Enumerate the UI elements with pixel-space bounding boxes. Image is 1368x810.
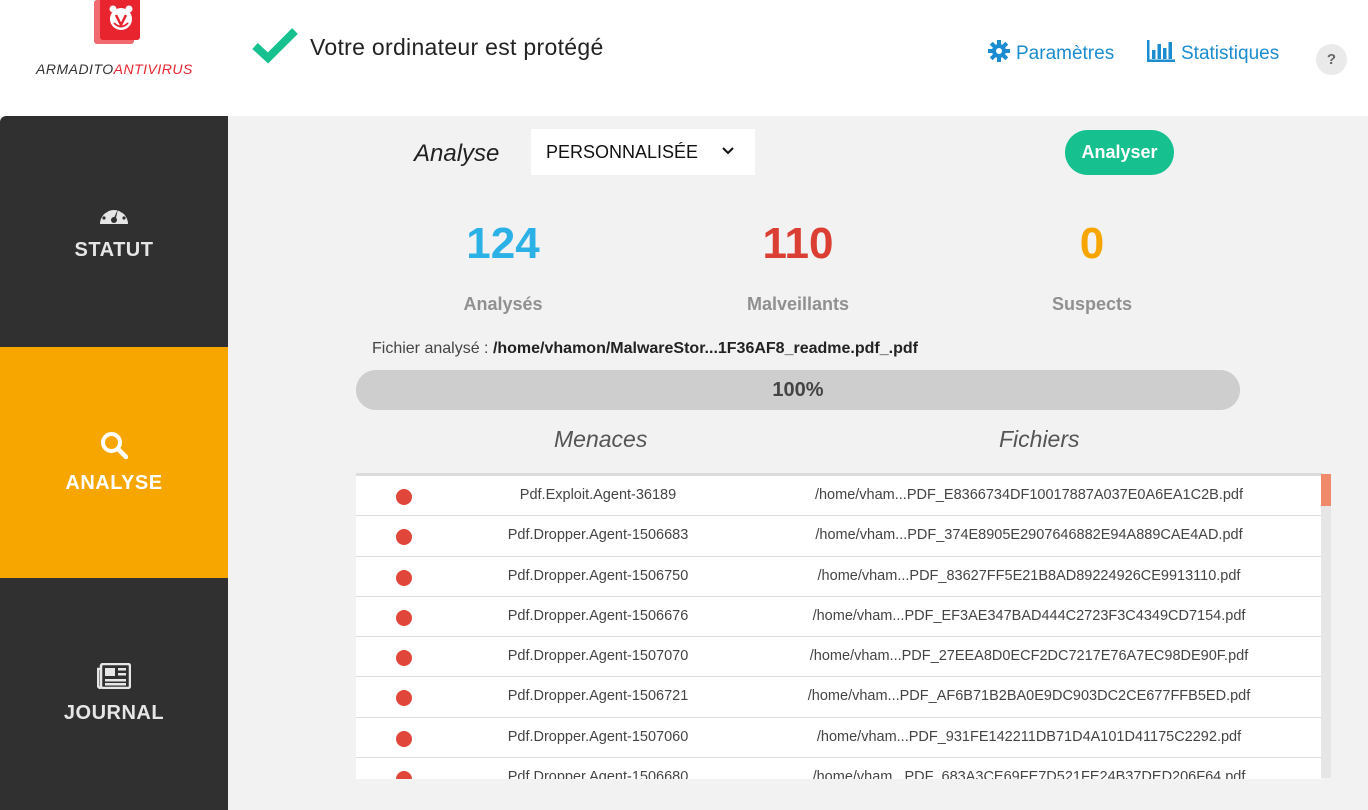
statistics-link[interactable]: Statistiques <box>1147 40 1279 68</box>
analyze-button[interactable]: Analyser <box>1065 130 1174 175</box>
sidebar: STATUT ANALYSE JOURNAL <box>0 116 240 810</box>
files-column-header: Fichiers <box>999 426 1080 452</box>
scan-type-value: PERSONNALISÉE <box>546 141 699 162</box>
table-row[interactable]: Pdf.Dropper.Agent-1506683/home/vham...PD… <box>356 516 1322 557</box>
current-file-path: /home/vhamon/MalwareStor...1F36AF8_readm… <box>492 340 918 357</box>
logo-text: ARMADITOANTIVIRUS <box>36 61 193 77</box>
file-path: /home/vham...PDF_E8366734DF10017887A037E… <box>814 487 1244 503</box>
threat-indicator-icon <box>396 690 412 707</box>
logo-text-part2: ANTIVIRUS <box>113 61 193 77</box>
file-path: /home/vham...PDF_AF6B71B2BA0E9DC903DC2CE… <box>807 688 1251 705</box>
stat-malicious-label: Malveillants <box>746 294 850 314</box>
scrollbar-thumb[interactable] <box>1321 474 1331 506</box>
stat-analysed-label: Analysés <box>463 294 543 314</box>
threat-indicator-icon <box>396 650 412 667</box>
stat-malicious-value: 110 <box>762 219 834 268</box>
file-path: /home/vham...PDF_931FE142211DB71D4A101D4… <box>816 728 1242 745</box>
table-row[interactable]: Pdf.Dropper.Agent-1506680/home/vham...PD… <box>356 758 1322 779</box>
header: ARMADITOANTIVIRUS Votre ordinateur est p… <box>0 0 1368 116</box>
scan-progress-bar: 100% <box>356 370 1240 410</box>
file-path: /home/vham...PDF_374E8905E2907646882E94A… <box>815 527 1243 544</box>
table-row[interactable]: Pdf.Exploit.Agent-36189/home/vham...PDF_… <box>356 476 1322 517</box>
stat-analysed: 124 Analysés <box>383 219 623 314</box>
newspaper-icon <box>96 662 132 694</box>
stat-suspicious: 0 Suspects <box>972 219 1212 314</box>
file-path: /home/vham...PDF_83627FF5E21B8AD89224926… <box>817 567 1241 584</box>
sidebar-item-label: STATUT <box>74 238 154 261</box>
protection-status: Votre ordinateur est protégé <box>252 26 604 69</box>
main-panel: Analyse PERSONNALISÉE Analyser 124 Analy… <box>228 116 1368 810</box>
file-path: /home/vham...PDF_27EEA8D0ECF2DC7217E76A7… <box>809 648 1249 665</box>
sidebar-item-label: JOURNAL <box>63 701 165 724</box>
stat-analysed-value: 124 <box>466 219 540 268</box>
threat-indicator-icon <box>396 569 412 586</box>
sidebar-item-journal[interactable]: JOURNAL <box>0 578 228 809</box>
current-file: Fichier analysé : /home/vhamon/MalwareSt… <box>372 340 918 358</box>
settings-label: Paramètres <box>1016 43 1115 64</box>
gear-icon <box>988 40 1010 68</box>
status-text: Votre ordinateur est protégé <box>310 34 604 60</box>
progress-percent: 100% <box>772 379 824 401</box>
threat-name: Pdf.Dropper.Agent-1507070 <box>507 648 689 665</box>
stat-suspicious-value: 0 <box>1079 219 1105 268</box>
threat-name: Pdf.Dropper.Agent-1506676 <box>507 607 689 624</box>
search-icon <box>100 431 129 464</box>
armadito-logo: ARMADITOANTIVIRUS <box>36 0 196 90</box>
threat-name: Pdf.Dropper.Agent-1506750 <box>507 567 689 584</box>
statistics-label: Statistiques <box>1181 43 1280 64</box>
threat-name: Pdf.Dropper.Agent-1507060 <box>507 728 689 745</box>
logo-mark-icon <box>94 0 140 46</box>
threat-indicator-icon <box>396 771 412 779</box>
bottom-margin <box>228 781 1368 810</box>
scan-type-label: Analyse <box>414 140 500 167</box>
threats-column-header: Menaces <box>554 426 648 452</box>
help-button[interactable]: ? <box>1316 44 1347 75</box>
table-row[interactable]: Pdf.Dropper.Agent-1506676/home/vham...PD… <box>356 596 1322 638</box>
bar-chart-icon <box>1147 40 1175 68</box>
table-row[interactable]: Pdf.Dropper.Agent-1507060/home/vham...PD… <box>356 717 1322 759</box>
table-row[interactable]: Pdf.Dropper.Agent-1506750/home/vham...PD… <box>356 556 1322 597</box>
sidebar-item-label: ANALYSE <box>65 471 163 494</box>
table-row[interactable]: Pdf.Dropper.Agent-1506721/home/vham...PD… <box>356 677 1322 718</box>
sidebar-item-analyse[interactable]: ANALYSE <box>0 347 240 578</box>
threat-indicator-icon <box>396 609 412 626</box>
threat-name: Pdf.Dropper.Agent-1506680 <box>507 769 689 779</box>
sidebar-item-statut[interactable]: STATUT <box>0 116 228 347</box>
settings-link[interactable]: Paramètres <box>988 40 1114 68</box>
table-scrollbar[interactable] <box>1321 474 1331 778</box>
file-path: /home/vham...PDF_EF3AE347BAD444C2723F3C4… <box>812 607 1246 624</box>
stat-malicious: 110 Malveillants <box>678 219 918 314</box>
threats-table: Pdf.Exploit.Agent-36189/home/vham...PDF_… <box>356 473 1322 779</box>
chevron-down-icon <box>721 142 735 163</box>
threat-name: Pdf.Exploit.Agent-36189 <box>519 487 677 503</box>
threat-name: Pdf.Dropper.Agent-1506721 <box>507 688 689 705</box>
checkmark-icon <box>252 26 298 69</box>
gauge-icon <box>99 202 129 231</box>
threat-indicator-icon <box>396 730 412 747</box>
table-row[interactable]: Pdf.Dropper.Agent-1507070/home/vham...PD… <box>356 637 1322 678</box>
threat-indicator-icon <box>396 489 412 505</box>
threat-name: Pdf.Dropper.Agent-1506683 <box>507 527 689 544</box>
current-file-prefix: Fichier analysé : <box>372 340 493 357</box>
scan-type-select[interactable]: PERSONNALISÉE <box>531 129 755 175</box>
threat-indicator-icon <box>396 529 412 546</box>
logo-text-part1: ARMADITO <box>36 61 114 77</box>
file-path: /home/vham...PDF_683A3CE69FE7D521FE24B37… <box>812 769 1246 779</box>
stat-suspicious-label: Suspects <box>1051 294 1133 314</box>
